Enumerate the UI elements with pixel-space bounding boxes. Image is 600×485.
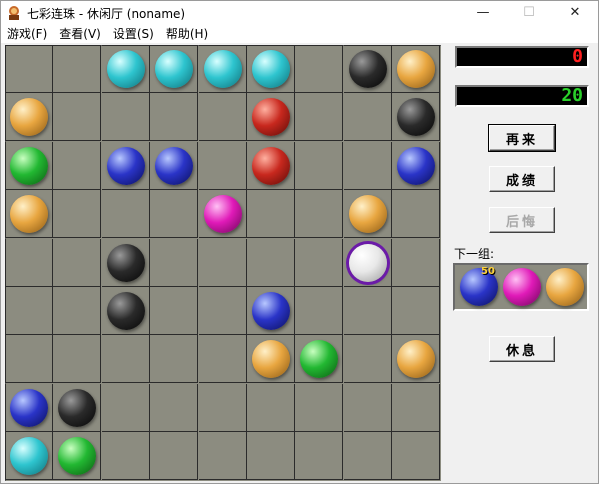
magenta-ball[interactable] xyxy=(203,195,242,234)
board-cell[interactable] xyxy=(198,383,247,432)
undo-button[interactable]: 后悔 xyxy=(489,207,555,233)
board-cell[interactable] xyxy=(343,287,392,335)
orange-ball[interactable] xyxy=(397,50,436,88)
board-cell[interactable] xyxy=(392,287,441,335)
cyan-ball[interactable] xyxy=(106,50,145,88)
next-magenta-ball xyxy=(503,268,541,306)
board-cell[interactable] xyxy=(247,383,295,432)
next-count-badge: 50 xyxy=(481,266,495,277)
board-cell[interactable] xyxy=(5,45,53,93)
menu-view[interactable]: 查看(V) xyxy=(53,25,107,42)
close-button[interactable]: ✕ xyxy=(552,1,598,24)
board-cell[interactable] xyxy=(295,45,344,93)
board-cell[interactable] xyxy=(53,238,102,287)
board-cell[interactable] xyxy=(295,141,344,190)
white-ball[interactable] xyxy=(348,243,387,282)
cyan-ball[interactable] xyxy=(203,50,242,88)
black-ball[interactable] xyxy=(106,292,145,330)
board-cell[interactable] xyxy=(295,432,344,481)
blue-ball[interactable] xyxy=(10,388,48,427)
window-title: 七彩连珠 - 休闲厅 (noname) xyxy=(27,7,186,21)
board-cell[interactable] xyxy=(150,238,199,287)
game-board[interactable] xyxy=(5,45,441,481)
green-ball[interactable] xyxy=(10,146,48,185)
board-cell[interactable] xyxy=(53,141,102,190)
menu-help[interactable]: 帮助(H) xyxy=(160,25,214,42)
red-ball[interactable] xyxy=(252,146,290,185)
cyan-ball[interactable] xyxy=(10,437,48,476)
scores-button[interactable]: 成绩 xyxy=(489,166,555,192)
board-cell[interactable] xyxy=(53,287,102,335)
board-cell[interactable] xyxy=(343,383,392,432)
cyan-ball[interactable] xyxy=(252,50,290,88)
game-window: 七彩连珠 - 休闲厅 (noname) — ☐ ✕ 游戏(F) 查看(V) 设置… xyxy=(0,0,599,484)
next-group-label: 下一组: xyxy=(454,247,495,261)
board-cell[interactable] xyxy=(150,383,199,432)
board-cell[interactable] xyxy=(150,432,199,481)
board-cell[interactable] xyxy=(295,287,344,335)
orange-ball[interactable] xyxy=(10,195,48,234)
next-group-panel: 50 xyxy=(453,263,589,311)
board-cell[interactable] xyxy=(247,190,295,239)
board-cell[interactable] xyxy=(343,93,392,142)
board-cell[interactable] xyxy=(101,432,150,481)
board-cell[interactable] xyxy=(295,238,344,287)
board-cell[interactable] xyxy=(198,238,247,287)
blue-ball[interactable] xyxy=(252,292,290,330)
board-cell[interactable] xyxy=(5,238,53,287)
menu-bar: 游戏(F) 查看(V) 设置(S) 帮助(H) xyxy=(1,24,598,43)
level-display: 20 xyxy=(455,85,589,107)
board-cell[interactable] xyxy=(150,335,199,384)
black-ball[interactable] xyxy=(348,50,387,88)
board-cell[interactable] xyxy=(101,383,150,432)
black-ball[interactable] xyxy=(58,388,97,427)
board-cell[interactable] xyxy=(392,190,441,239)
board-cell[interactable] xyxy=(392,238,441,287)
board-cell[interactable] xyxy=(198,141,247,190)
score-display: 0 xyxy=(455,46,589,68)
blue-ball[interactable] xyxy=(397,146,436,185)
restart-button[interactable]: 再来 xyxy=(488,124,556,152)
board-cell[interactable] xyxy=(343,141,392,190)
maximize-button[interactable]: ☐ xyxy=(506,1,552,24)
board-cell[interactable] xyxy=(53,190,102,239)
board-cell[interactable] xyxy=(5,287,53,335)
blue-ball[interactable] xyxy=(155,146,194,185)
board-cell[interactable] xyxy=(198,335,247,384)
board-cell[interactable] xyxy=(198,287,247,335)
minimize-button[interactable]: — xyxy=(460,1,506,24)
board-cell[interactable] xyxy=(150,287,199,335)
menu-game[interactable]: 游戏(F) xyxy=(1,25,53,42)
board-cell[interactable] xyxy=(53,335,102,384)
board-cell[interactable] xyxy=(247,432,295,481)
cyan-ball[interactable] xyxy=(155,50,194,88)
board-cell[interactable] xyxy=(198,432,247,481)
board-cell[interactable] xyxy=(295,190,344,239)
board-cell[interactable] xyxy=(343,432,392,481)
board-cell[interactable] xyxy=(295,93,344,142)
board-cell[interactable] xyxy=(101,335,150,384)
board-cell[interactable] xyxy=(150,93,199,142)
blue-ball[interactable] xyxy=(106,146,145,185)
app-icon xyxy=(9,6,19,20)
title-bar[interactable]: 七彩连珠 - 休闲厅 (noname) — ☐ ✕ xyxy=(1,1,598,24)
board-cell[interactable] xyxy=(392,432,441,481)
board-cell[interactable] xyxy=(5,335,53,384)
board-cell[interactable] xyxy=(101,190,150,239)
board-cell[interactable] xyxy=(198,93,247,142)
board-cell[interactable] xyxy=(392,383,441,432)
orange-ball[interactable] xyxy=(348,195,387,234)
board-cell[interactable] xyxy=(53,45,102,93)
board-cell[interactable] xyxy=(150,190,199,239)
board-cell[interactable] xyxy=(53,93,102,142)
black-ball[interactable] xyxy=(106,243,145,282)
menu-settings[interactable]: 设置(S) xyxy=(107,25,160,42)
board-cell[interactable] xyxy=(247,238,295,287)
board-cell[interactable] xyxy=(343,335,392,384)
board-cell[interactable] xyxy=(295,383,344,432)
board-cell[interactable] xyxy=(101,93,150,142)
pause-button[interactable]: 休息 xyxy=(489,336,555,362)
next-orange-ball xyxy=(546,268,584,306)
